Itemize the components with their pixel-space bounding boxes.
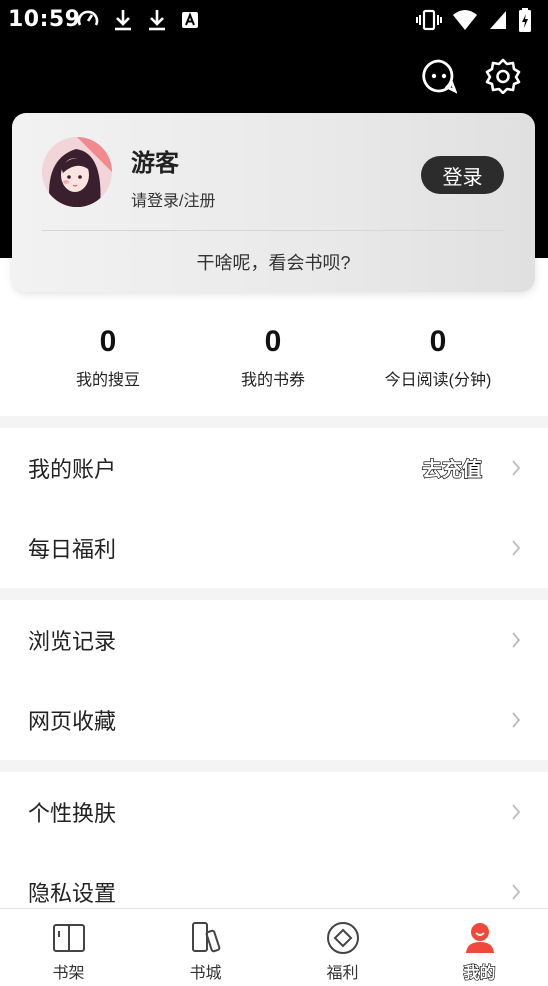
menu-item-daily-welfare[interactable]: 每日福利 xyxy=(0,508,548,588)
battery-charging-icon xyxy=(519,8,531,32)
menu-item-label: 我的账户 xyxy=(28,457,117,482)
menu-group-account: 我的账户 去充值 每日福利 xyxy=(0,428,548,588)
stat-label: 我的书券 xyxy=(240,372,305,389)
nav-item-mine[interactable]: 我的 xyxy=(411,909,548,986)
menu-item-skin[interactable]: 个性换肤 xyxy=(0,772,548,852)
download-icon xyxy=(149,10,165,31)
stat-reading-minutes[interactable]: 0 今日阅读(分钟) xyxy=(358,322,518,390)
menu-item-label: 浏览记录 xyxy=(28,629,117,654)
menu-item-bookmarks[interactable]: 网页收藏 xyxy=(0,680,548,760)
chevron-right-icon xyxy=(512,460,521,476)
signal-icon xyxy=(490,11,506,29)
menu-item-label: 网页收藏 xyxy=(28,709,117,734)
profile-card[interactable]: 游客 请登录/注册 登录 干啥呢，看会书呗? xyxy=(12,113,535,292)
stat-soudou[interactable]: 0 我的搜豆 xyxy=(28,322,188,390)
status-time: 10:59 xyxy=(8,7,81,32)
card-divider xyxy=(42,230,504,231)
chevron-right-icon xyxy=(512,712,521,728)
menu-item-label: 每日福利 xyxy=(28,537,117,562)
stat-value: 0 xyxy=(429,325,447,358)
nav-item-bookshelf[interactable]: 书架 xyxy=(0,909,137,986)
recharge-link[interactable]: 去充值 xyxy=(421,453,482,482)
download-icon xyxy=(115,10,131,31)
font-a-icon xyxy=(182,12,198,28)
user-icon xyxy=(466,923,494,953)
menu-item-label: 隐私设置 xyxy=(28,881,117,906)
nav-item-bookstore[interactable]: 书城 xyxy=(137,909,274,986)
menu-item-history[interactable]: 浏览记录 xyxy=(0,600,548,680)
avatar-image xyxy=(42,137,112,207)
bottom-nav: 书架 书城 福利 我的 xyxy=(0,908,548,986)
chevron-right-icon xyxy=(512,632,521,648)
stat-value: 0 xyxy=(99,325,117,358)
message-icon[interactable] xyxy=(421,58,457,94)
vibrate-icon xyxy=(416,9,442,31)
chevron-right-icon xyxy=(512,804,521,820)
avatar[interactable] xyxy=(42,137,112,207)
card-slogan: 干啥呢，看会书呗? xyxy=(196,253,351,273)
nav-item-welfare[interactable]: 福利 xyxy=(274,909,411,986)
chevron-right-icon xyxy=(512,884,521,900)
nav-label: 我的 xyxy=(463,964,496,982)
nav-label: 书城 xyxy=(189,965,222,982)
status-bar: 10:59 xyxy=(0,0,548,40)
books-icon xyxy=(192,922,221,953)
login-register-link[interactable]: 请登录/注册 xyxy=(131,187,215,211)
speed-gauge-icon xyxy=(77,10,99,26)
chevron-right-icon xyxy=(512,540,521,556)
stat-label: 我的搜豆 xyxy=(75,372,140,389)
stat-value: 0 xyxy=(264,325,282,358)
nav-label: 福利 xyxy=(326,965,359,982)
stat-label: 今日阅读(分钟) xyxy=(384,372,492,389)
diamond-circle-icon xyxy=(327,922,359,954)
gear-icon[interactable] xyxy=(485,58,521,94)
nav-label: 书架 xyxy=(52,965,85,982)
menu-group-history: 浏览记录 网页收藏 xyxy=(0,600,548,760)
login-button[interactable]: 登录 xyxy=(421,156,504,194)
menu-item-label: 个性换肤 xyxy=(28,801,117,826)
stat-coupons[interactable]: 0 我的书券 xyxy=(193,322,353,390)
wifi-icon xyxy=(453,10,477,30)
menu-item-account[interactable]: 我的账户 去充值 xyxy=(0,428,548,508)
user-name: 游客 xyxy=(131,150,179,177)
book-open-icon xyxy=(53,924,85,952)
